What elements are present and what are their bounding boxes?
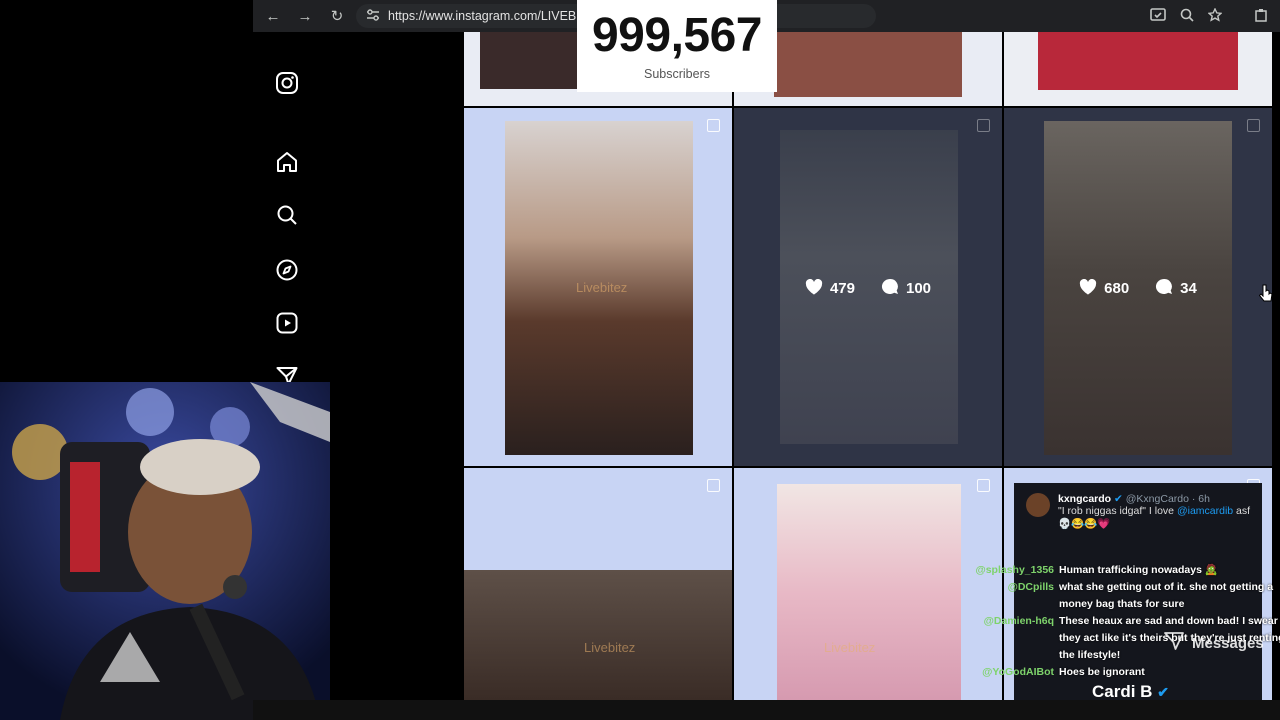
search-icon[interactable]	[273, 201, 301, 229]
like-count: 680	[1104, 280, 1130, 297]
grid-post[interactable]	[1004, 32, 1272, 106]
chat-message: @splashy_1356 Human trafficking nowadays …	[972, 562, 1280, 579]
multiple-posts-icon	[1247, 119, 1260, 132]
tweet-author: kxngcardo ✔ @KxngCardo · 6h	[1058, 493, 1210, 505]
zoom-icon[interactable]	[1180, 8, 1194, 25]
chat-message: @DCpills what she getting out of it. she …	[972, 579, 1280, 613]
avatar	[1026, 493, 1050, 517]
tweet-display-name: kxngcardo	[1058, 493, 1112, 505]
tweet-body: "I rob niggas idgaf" I love @iamcardib a…	[1058, 505, 1258, 531]
home-icon[interactable]	[273, 148, 301, 176]
chat-message: @YoGodAIBot Hoes be ignorant	[972, 664, 1280, 681]
reels-icon[interactable]	[273, 309, 301, 337]
tweet-text: "I rob niggas idgaf" I love	[1058, 505, 1177, 517]
cast-icon[interactable]	[1150, 7, 1166, 25]
chat-username: @DCpills	[1007, 581, 1054, 593]
subscriber-counter: 999,567 Subscribers	[577, 0, 777, 92]
messages-button[interactable]: Messages	[1164, 632, 1264, 654]
heart-icon	[1079, 278, 1097, 299]
watermark: Livebitez	[584, 640, 636, 655]
post-stats: 680 34	[1004, 278, 1272, 299]
back-arrow-icon: ←	[265, 7, 281, 25]
extensions-icon[interactable]	[1254, 8, 1268, 25]
verified-icon: ✔	[1114, 493, 1123, 505]
grid-post[interactable]: Livebitez	[734, 468, 1002, 700]
chat-text: These heaux are sad and down bad! I swea…	[1059, 615, 1278, 627]
grid-post-hovered[interactable]: 680 34	[1004, 108, 1272, 466]
explore-icon[interactable]	[273, 256, 301, 284]
watermark: Livebitez	[824, 640, 876, 655]
instagram-logo-icon[interactable]	[273, 69, 301, 97]
chat-username: @splashy_1356	[975, 564, 1054, 576]
chat-text: what she getting out of it. she not gett…	[1059, 581, 1274, 593]
reload-button[interactable]: ↻	[321, 0, 353, 32]
grid-post[interactable]: Livebitez	[464, 468, 732, 700]
tweet-mention: @iamcardib	[1176, 505, 1234, 517]
chat-text-continued: money bag thats for sure	[1059, 598, 1185, 610]
reload-icon: ↻	[330, 8, 344, 25]
verified-icon: ✔	[1157, 684, 1169, 700]
tweet-text-end: asf	[1233, 505, 1251, 517]
footer-text: Cardi B	[1092, 682, 1153, 701]
like-count: 479	[829, 280, 855, 297]
tweet-emoji: 💀😂😂💗	[1058, 518, 1111, 530]
stream-chat: @splashy_1356 Human trafficking nowadays …	[972, 562, 1280, 681]
send-icon	[1164, 632, 1184, 654]
multiple-posts-icon	[707, 119, 720, 132]
post-stats: 479 100	[734, 278, 1002, 299]
bookmark-star-icon[interactable]	[1207, 6, 1223, 25]
comment-icon	[1155, 278, 1173, 299]
grid-post[interactable]: Livebitez	[464, 108, 732, 466]
tweet-footer-name: Cardi B ✔	[1092, 682, 1169, 702]
multiple-posts-icon	[977, 479, 990, 492]
forward-button[interactable]: →	[289, 0, 321, 32]
bottom-strip	[253, 700, 1280, 720]
multiple-posts-icon	[977, 119, 990, 132]
grid-post-hovered[interactable]: 479 100	[734, 108, 1002, 466]
url-text: https://www.instagram.com/LIVEB	[388, 9, 577, 23]
multiple-posts-icon	[707, 479, 720, 492]
watermark: Livebitez	[576, 280, 628, 295]
comment-count: 34	[1180, 280, 1197, 297]
tweet-handle: @KxngCardo · 6h	[1125, 493, 1210, 505]
chat-username: @Damien-h6q	[983, 615, 1054, 627]
webcam-feed	[0, 382, 330, 720]
messages-label: Messages	[1192, 634, 1264, 652]
site-settings-icon[interactable]	[366, 8, 380, 24]
subscriber-label: Subscribers	[644, 67, 710, 81]
subscriber-count: 999,567	[591, 9, 763, 62]
chat-username: @YoGodAIBot	[982, 666, 1054, 678]
mouse-cursor-icon	[1258, 284, 1273, 309]
forward-arrow-icon: →	[297, 7, 313, 25]
back-button[interactable]: ←	[257, 0, 289, 32]
comment-icon	[881, 278, 899, 299]
chat-text: Hoes be ignorant	[1059, 666, 1145, 678]
heart-icon	[805, 278, 823, 299]
browser-actions	[1150, 0, 1268, 32]
comment-count: 100	[906, 280, 932, 297]
chat-text: Human trafficking nowadays 🧟	[1059, 564, 1218, 576]
